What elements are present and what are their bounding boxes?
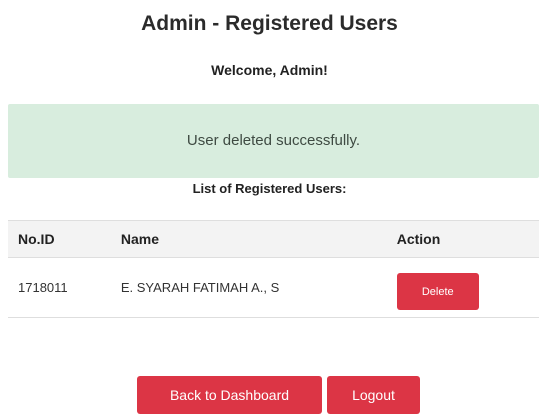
user-name-cell: E. SYARAH FATIMAH A., S xyxy=(110,257,387,318)
delete-user-button[interactable]: Delete xyxy=(396,273,479,310)
page-title: Admin - Registered Users xyxy=(141,12,398,35)
column-header-id: No.ID xyxy=(8,220,111,258)
footer-buttons: Back to Dashboard Logout xyxy=(137,376,420,414)
table-header-row: No.ID Name Action xyxy=(8,220,539,258)
list-heading: List of Registered Users: xyxy=(192,181,347,196)
user-action-cell: Delete xyxy=(386,257,539,318)
alert-message: User deleted successfully. xyxy=(186,132,361,149)
admin-users-page: Admin - Registered Users Welcome, Admin!… xyxy=(0,0,539,416)
table-row: 1718011 E. SYARAH FATIMAH A., S Delete xyxy=(8,257,539,318)
back-to-dashboard-button[interactable]: Back to Dashboard xyxy=(137,376,322,414)
column-header-name: Name xyxy=(110,220,387,258)
user-id-cell: 1718011 xyxy=(8,257,111,318)
column-header-action: Action xyxy=(386,220,539,258)
welcome-message: Welcome, Admin! xyxy=(211,62,328,78)
success-alert: User deleted successfully. xyxy=(8,104,539,178)
users-table: No.ID Name Action 1718011 E. SYARAH FATI… xyxy=(8,220,539,318)
logout-button[interactable]: Logout xyxy=(327,376,420,414)
